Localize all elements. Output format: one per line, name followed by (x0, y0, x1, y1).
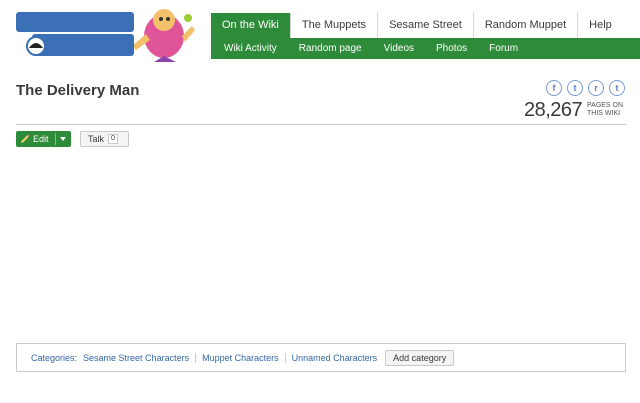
tab-the-muppets[interactable]: The Muppets (289, 13, 377, 38)
reddit-icon[interactable]: r (588, 80, 604, 96)
categories-heading[interactable]: Categories: (31, 353, 77, 363)
main-nav: On the Wiki The Muppets Sesame Street Ra… (211, 13, 623, 38)
pencil-icon (21, 134, 30, 143)
page-count-label-line1: PAGES ON (587, 102, 624, 109)
tab-on-the-wiki[interactable]: On the Wiki (211, 13, 290, 38)
facebook-icon[interactable]: f (546, 80, 562, 96)
sub-nav: Wiki Activity Random page Videos Photos … (211, 38, 640, 59)
page-title: The Delivery Man (16, 82, 140, 99)
categories-bar: Categories: Sesame Street Characters Mup… (16, 343, 626, 372)
header-divider (16, 124, 626, 125)
category-link-sesame-street-characters[interactable]: Sesame Street Characters (83, 353, 195, 363)
subnav-videos[interactable]: Videos (373, 38, 425, 59)
edit-label: Edit (33, 134, 49, 144)
chevron-down-icon[interactable] (59, 137, 66, 141)
wiki-logo[interactable] (14, 6, 196, 62)
subnav-photos[interactable]: Photos (425, 38, 478, 59)
page-count-label-line2: THIS WIKI (587, 110, 621, 117)
tab-help[interactable]: Help (577, 13, 623, 38)
subnav-wiki-activity[interactable]: Wiki Activity (213, 38, 288, 59)
talk-label: Talk (88, 134, 105, 144)
tumblr-icon[interactable]: t (609, 80, 625, 96)
twitter-icon[interactable]: t (567, 80, 583, 96)
page-count-label: PAGES ON THIS WIKI (587, 102, 623, 118)
tab-sesame-street[interactable]: Sesame Street (377, 13, 473, 38)
talk-count-badge: 0 (108, 134, 118, 144)
category-link-unnamed-characters[interactable]: Unnamed Characters (284, 352, 384, 363)
share-buttons: f t r t (546, 80, 625, 96)
edit-button[interactable]: Edit (16, 131, 71, 147)
subnav-forum[interactable]: Forum (478, 38, 529, 59)
category-link-muppet-characters[interactable]: Muppet Characters (195, 352, 285, 363)
page-count: 28,267 (524, 99, 583, 121)
talk-button[interactable]: Talk 0 (80, 131, 129, 147)
edit-divider (54, 133, 56, 145)
add-category-button[interactable]: Add category (385, 349, 455, 366)
tab-random-muppet[interactable]: Random Muppet (472, 13, 577, 38)
subnav-random-page[interactable]: Random page (288, 38, 373, 59)
